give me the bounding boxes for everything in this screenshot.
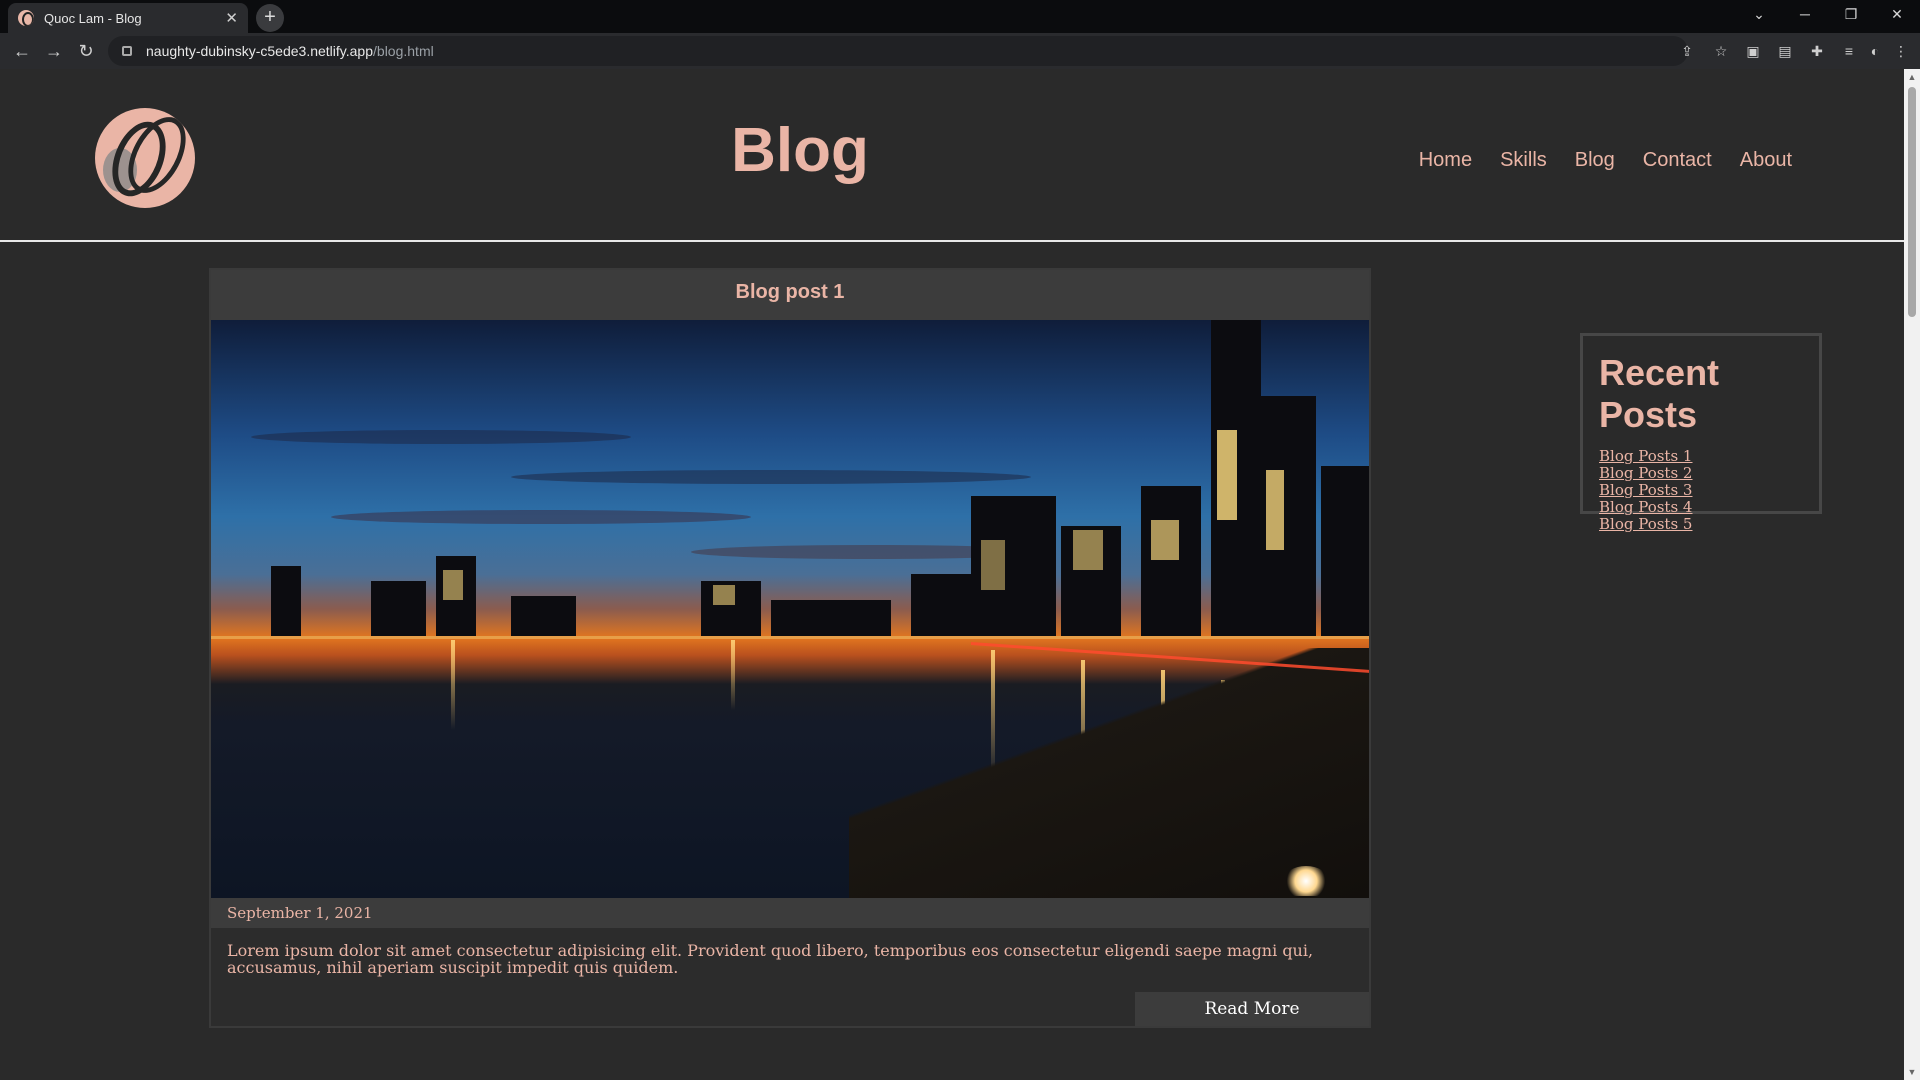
- menu-kebab-icon[interactable]: ⋮: [1892, 42, 1910, 60]
- new-tab-button[interactable]: +: [256, 4, 284, 32]
- site-header: Blog Home Skills Blog Contact About: [0, 69, 1904, 242]
- lit-windows: [1217, 430, 1237, 520]
- browser-tab[interactable]: Quoc Lam - Blog ✕: [8, 3, 248, 33]
- back-arrow-icon[interactable]: ←: [6, 35, 38, 67]
- post-title: Blog post 1: [211, 270, 1369, 320]
- recent-posts-sidebar: Recent Posts Blog Posts 1 Blog Posts 2 B…: [1580, 333, 1822, 533]
- building: [1141, 486, 1201, 636]
- building: [1256, 396, 1316, 636]
- page-title: Blog: [731, 116, 869, 185]
- site-favicon-icon: [18, 10, 34, 26]
- riverbank: [849, 648, 1369, 898]
- nav-link-home[interactable]: Home: [1419, 149, 1472, 172]
- lit-windows: [1151, 520, 1179, 560]
- recent-post-link[interactable]: Blog Posts 4: [1599, 499, 1803, 516]
- read-more-button[interactable]: Read More: [1135, 992, 1369, 1026]
- blog-post-card: Blog post 1 September 1, 2021 Lorem ipsu…: [209, 268, 1371, 1028]
- nav-link-skills[interactable]: Skills: [1500, 149, 1547, 172]
- lit-windows: [713, 585, 735, 605]
- reload-icon[interactable]: ↻: [70, 35, 102, 67]
- cloud: [511, 470, 1031, 484]
- shoreline-lights: [211, 636, 1369, 639]
- lit-windows: [443, 570, 463, 600]
- close-window-button[interactable]: ✕: [1874, 0, 1920, 30]
- minimize-button[interactable]: ─: [1782, 0, 1828, 30]
- scroll-up-icon[interactable]: ▲: [1904, 69, 1920, 85]
- lit-windows: [1266, 470, 1284, 550]
- recent-post-link[interactable]: Blog Posts 1: [1599, 448, 1803, 465]
- close-tab-icon[interactable]: ✕: [225, 9, 238, 27]
- water-reflection: [731, 640, 735, 710]
- building: [511, 596, 576, 636]
- url-path: /blog.html: [373, 43, 434, 59]
- reading-list-icon[interactable]: ≡: [1840, 42, 1858, 60]
- page-viewport: Blog Home Skills Blog Contact About Blog…: [0, 69, 1904, 1080]
- share-icon[interactable]: ⇪: [1678, 42, 1696, 60]
- page-scrollbar[interactable]: ▲ ▼: [1904, 69, 1920, 1080]
- post-excerpt: Lorem ipsum dolor sit amet consectetur a…: [227, 941, 1314, 977]
- lit-windows: [1073, 530, 1103, 570]
- scrollbar-thumb[interactable]: [1908, 87, 1916, 317]
- scroll-down-icon[interactable]: ▼: [1904, 1064, 1920, 1080]
- browser-toolbar: ← → ↻ naughty-dubinsky-c5ede3.netlify.ap…: [0, 33, 1920, 69]
- nav-link-blog[interactable]: Blog: [1575, 149, 1615, 172]
- forward-arrow-icon[interactable]: →: [38, 35, 70, 67]
- post-image: [211, 320, 1369, 898]
- recent-posts-heading: Recent Posts: [1599, 352, 1720, 435]
- building: [371, 581, 426, 636]
- lit-windows: [981, 540, 1005, 590]
- recent-post-link[interactable]: Blog Posts 5: [1599, 516, 1803, 533]
- cloud: [331, 510, 751, 524]
- address-bar[interactable]: naughty-dubinsky-c5ede3.netlify.app /blo…: [108, 36, 1688, 66]
- recent-post-link[interactable]: Blog Posts 2: [1599, 465, 1803, 482]
- extension-icon-2[interactable]: ▤: [1776, 42, 1794, 60]
- tab-title: Quoc Lam - Blog: [44, 10, 142, 26]
- nav-link-about[interactable]: About: [1740, 149, 1792, 172]
- cloud: [251, 430, 631, 444]
- building: [911, 574, 971, 636]
- building: [1321, 466, 1369, 636]
- profile-icon[interactable]: ◐: [1866, 42, 1884, 60]
- extension-icon[interactable]: ▣: [1744, 42, 1762, 60]
- bookmark-star-icon[interactable]: ☆: [1712, 42, 1730, 60]
- post-date: September 1, 2021: [211, 898, 1369, 928]
- puzzle-extensions-icon[interactable]: ✚: [1808, 42, 1826, 60]
- lock-icon: [122, 46, 132, 56]
- tab-search-icon[interactable]: ⌄: [1736, 0, 1782, 30]
- recent-post-link[interactable]: Blog Posts 3: [1599, 482, 1803, 499]
- browser-tabbar: Quoc Lam - Blog ✕ + ⌄ ─ ❐ ✕: [0, 0, 1920, 33]
- building: [771, 600, 891, 636]
- nav-link-contact[interactable]: Contact: [1643, 149, 1712, 172]
- restore-button[interactable]: ❐: [1828, 0, 1874, 30]
- main-nav: Home Skills Blog Contact About: [1419, 149, 1792, 172]
- building: [271, 566, 301, 636]
- water-reflection: [451, 640, 455, 730]
- streetlight-glow: [1283, 866, 1329, 896]
- url-host: naughty-dubinsky-c5ede3.netlify.app: [146, 43, 374, 59]
